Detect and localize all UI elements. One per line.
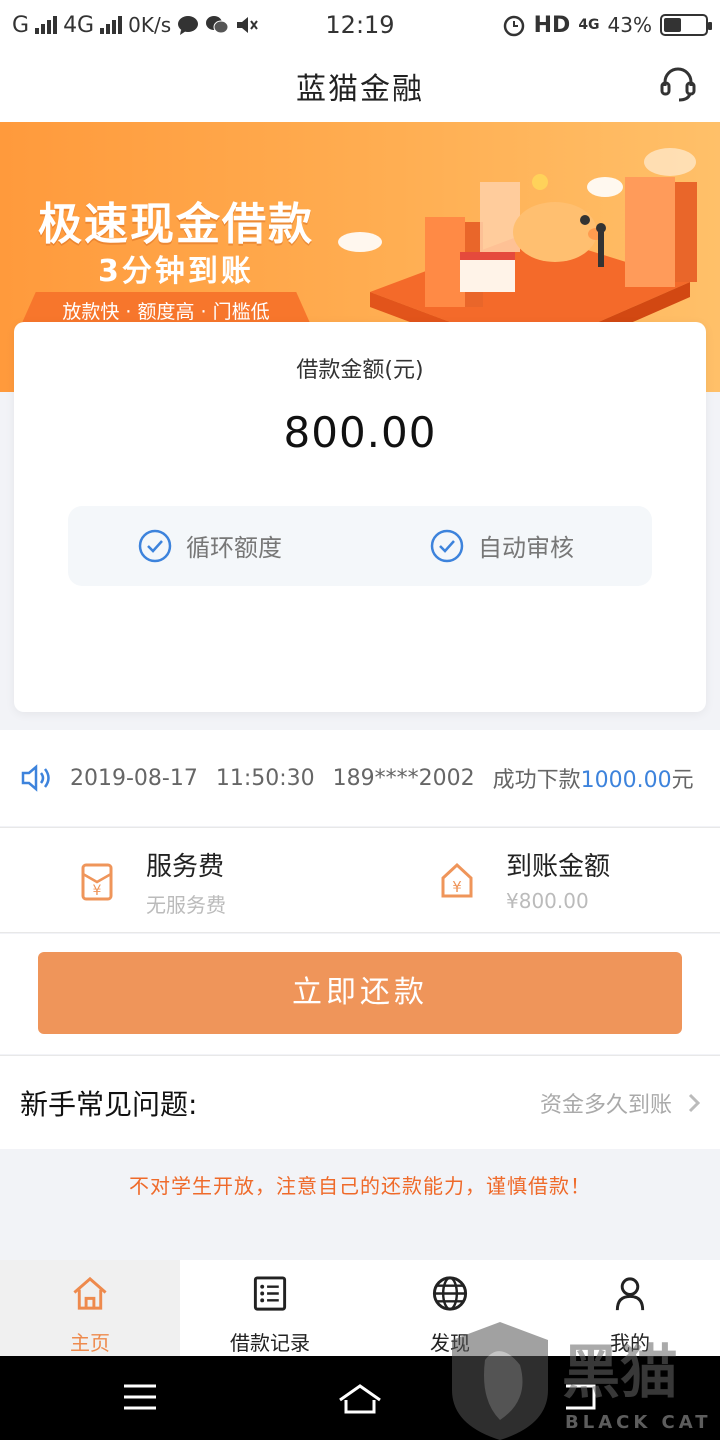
speaker-icon: [21, 764, 50, 792]
faq-title: 新手常见问题:: [20, 1087, 198, 1121]
status-bar: G 4G 0K/s 12:19 HD 4G 43%: [0, 0, 720, 50]
page-title: 蓝猫金融: [296, 72, 424, 107]
banner-subheadline: 3分钟到账: [98, 254, 254, 289]
tab-mine[interactable]: 我的: [540, 1260, 720, 1356]
feature-revolving-credit: 循环额度: [138, 528, 282, 563]
person-icon: [615, 1277, 645, 1311]
amount-label: 借款金额(元): [296, 358, 424, 383]
status-left: G 4G 0K/s: [12, 13, 259, 38]
faq-link[interactable]: 资金多久到账: [540, 1087, 700, 1119]
back-icon[interactable]: [562, 1382, 598, 1412]
ticker-phone: 189****2002: [332, 765, 475, 791]
repay-section: 立即还款: [0, 934, 720, 1054]
loan-amount-card: 借款金额(元) 800.00 循环额度 自动审核: [14, 322, 706, 712]
check-circle-icon: [138, 529, 172, 562]
service-fee-item: ¥ 服务费 无服务费: [80, 846, 226, 918]
bottom-tab-bar: 主页 借款记录 发现 我的: [0, 1260, 720, 1356]
nav-bar: 蓝猫金融: [0, 50, 720, 122]
yen-house-icon: ¥: [441, 862, 473, 897]
hd-label: HD: [533, 12, 571, 38]
battery-level: [664, 18, 682, 32]
amount-value: 800.00: [283, 408, 437, 457]
tab-label: 借款记录: [230, 1331, 310, 1355]
service-fee-sub: 无服务费: [146, 893, 226, 917]
tab-loan-records[interactable]: 借款记录: [180, 1260, 360, 1356]
net-speed: 0K/s: [128, 13, 172, 37]
ticker-prefix: 成功下款: [492, 768, 581, 793]
received-amount-title: 到账金额: [506, 852, 611, 882]
battery-percent: 43%: [607, 13, 652, 37]
tab-label: 我的: [610, 1331, 650, 1355]
chevron-right-icon: [688, 1093, 700, 1112]
features-panel: 循环额度 自动审核: [68, 506, 652, 586]
list-icon: [253, 1276, 287, 1311]
chat-bubble-icon: [178, 16, 199, 35]
service-fee-text: 服务费 无服务费: [146, 846, 226, 918]
signal-icon: [35, 16, 58, 34]
wechat-icon: [206, 16, 229, 34]
faq-link-label: 资金多久到账: [539, 1092, 672, 1118]
globe-icon: [432, 1276, 468, 1311]
ticker-message: 成功下款1000.00元: [493, 762, 694, 794]
watermark-text: BLACK CAT: [565, 1412, 712, 1433]
menu-icon[interactable]: [122, 1382, 158, 1412]
tab-label: 主页: [70, 1331, 110, 1355]
tab-home[interactable]: 主页: [0, 1260, 180, 1356]
mute-icon: [237, 17, 258, 33]
feature-label: 自动审核: [478, 534, 574, 562]
alarm-icon: [503, 15, 524, 37]
repay-now-button[interactable]: 立即还款: [38, 952, 682, 1034]
banner-headline: 极速现金借款: [38, 199, 314, 250]
feature-auto-review: 自动审核: [430, 528, 574, 563]
received-amount-text: 到账金额 ¥800.00: [506, 846, 610, 913]
network-type-label: 4G: [63, 12, 95, 38]
received-amount-sub: ¥800.00: [506, 889, 589, 913]
received-amount-item: ¥ 到账金额 ¥800.00: [440, 846, 610, 913]
svg-text:¥: ¥: [93, 883, 102, 899]
fee-info-row: ¥ 服务费 无服务费 ¥ 到账金额 ¥800.00: [0, 827, 720, 933]
network-4g-label: 4G: [578, 17, 600, 33]
status-right: HD 4G 43%: [502, 12, 712, 38]
svg-text:¥: ¥: [452, 878, 462, 896]
ticker-amount: 1000.00: [580, 768, 672, 793]
tab-label: 发现: [430, 1331, 470, 1355]
fee-document-icon: ¥: [81, 863, 113, 901]
home-key-icon[interactable]: [336, 1382, 384, 1416]
ticker-time: 11:50:30: [215, 765, 315, 791]
loan-ticker: 2019-08-17 11:50:30 189****2002 成功下款1000…: [0, 730, 720, 826]
customer-service-icon[interactable]: [658, 64, 698, 104]
battery-icon: [660, 14, 712, 36]
ticker-unit: 元: [671, 768, 694, 793]
signal-icon-2: [100, 16, 123, 34]
service-fee-title: 服务费: [146, 852, 225, 882]
home-icon: [73, 1276, 107, 1310]
carrier-label: G: [12, 12, 30, 38]
risk-warning: 不对学生开放，注意自己的还款能力，谨慎借款！: [129, 1174, 591, 1198]
ticker-date: 2019-08-17: [70, 765, 198, 791]
feature-label: 循环额度: [186, 534, 282, 562]
faq-row[interactable]: 新手常见问题: 资金多久到账: [0, 1055, 720, 1149]
tab-discover[interactable]: 发现: [360, 1260, 540, 1356]
check-circle-icon: [430, 529, 464, 562]
